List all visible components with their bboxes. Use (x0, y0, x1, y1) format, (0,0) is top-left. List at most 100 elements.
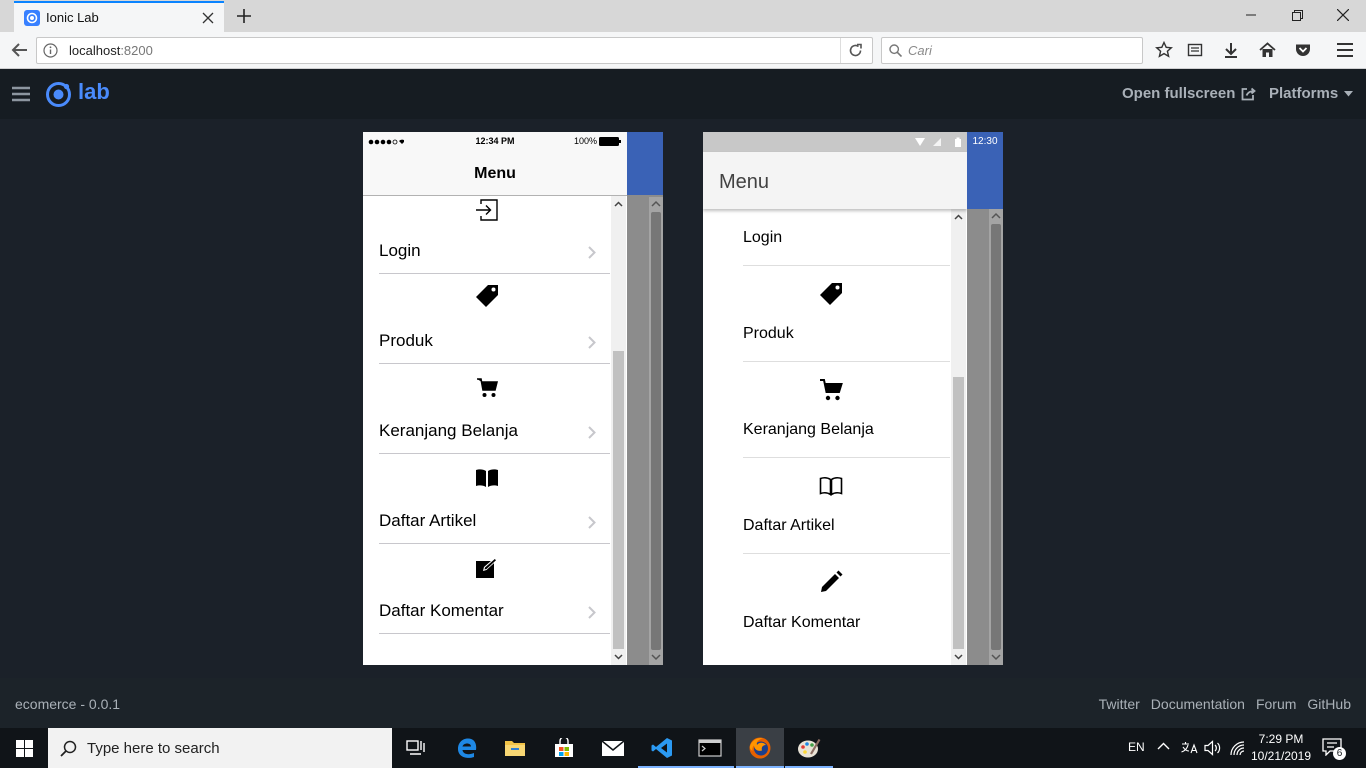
taskbar-search-box[interactable]: Type here to search (48, 728, 392, 768)
chevron-right-icon (588, 336, 596, 349)
reading-list-icon[interactable] (1183, 38, 1207, 62)
cart-icon (379, 374, 594, 402)
system-clock[interactable]: 7:29 PM 10/21/2019 (1248, 731, 1314, 765)
github-link[interactable]: GitHub (1307, 696, 1351, 712)
platforms-dropdown[interactable]: Platforms (1269, 85, 1354, 102)
menu-scrollbar[interactable] (611, 196, 626, 665)
menu-item-label: Login (379, 241, 421, 260)
scroll-up-icon[interactable] (991, 212, 1001, 220)
external-link-icon (1241, 87, 1257, 100)
hamburger-menu-icon[interactable] (1333, 38, 1357, 62)
book-icon (379, 464, 594, 492)
menu-item-keranjang-belanja[interactable]: Keranjang Belanja (379, 364, 610, 454)
vscode-icon[interactable] (638, 728, 686, 768)
pricetag-icon (743, 280, 918, 308)
info-icon[interactable] (43, 43, 58, 58)
log-in-icon (379, 196, 594, 224)
file-explorer-icon[interactable] (491, 728, 539, 768)
search-icon (889, 44, 902, 57)
ionic-favicon-icon (24, 9, 40, 26)
search-bar[interactable]: Cari (881, 37, 1143, 64)
firefox-icon[interactable] (736, 728, 784, 768)
wifi-icon[interactable] (1229, 740, 1245, 756)
pencil-icon (743, 568, 918, 596)
lab-header: lab Open fullscreen Platforms (0, 69, 1366, 119)
scroll-down-icon[interactable] (611, 651, 626, 663)
scroll-up-icon[interactable] (951, 211, 966, 223)
scroll-up-icon[interactable] (651, 200, 661, 208)
menu-item-produk[interactable]: Produk (743, 266, 950, 362)
back-arrow-icon[interactable] (8, 38, 32, 62)
menu-item-label: Keranjang Belanja (743, 421, 874, 438)
menu-item-label: Keranjang Belanja (379, 421, 518, 440)
browser-navbar: localhost:8200 Cari (0, 32, 1366, 69)
notification-center-icon[interactable]: 6 (1322, 738, 1346, 760)
pricetag-icon (379, 282, 594, 310)
open-fullscreen-link[interactable]: Open fullscreen (1122, 85, 1257, 102)
menu-item-label: Login (743, 229, 783, 246)
menu-icon[interactable] (12, 86, 30, 102)
browser-tab[interactable]: Ionic Lab (14, 1, 224, 32)
ionic-logo-icon (45, 81, 72, 108)
home-icon[interactable] (1255, 38, 1279, 62)
pocket-icon[interactable] (1291, 38, 1315, 62)
address-bar[interactable]: localhost:8200 (36, 37, 873, 64)
menu-item-daftar-komentar[interactable]: Daftar Komentar (743, 554, 950, 650)
minimize-icon[interactable] (1228, 0, 1274, 30)
side-menu: Menu Login Produk Keranjang Belanja Daft… (703, 132, 967, 665)
scroll-down-icon[interactable] (651, 653, 661, 661)
menu-item-produk[interactable]: Produk (379, 274, 610, 364)
scroll-down-icon[interactable] (991, 653, 1001, 661)
menu-item-login[interactable]: Login (379, 184, 610, 274)
chevron-right-icon (588, 516, 596, 529)
lab-footer: ecomerce - 0.0.1 Twitter Documentation F… (0, 678, 1366, 728)
download-icon[interactable] (1219, 38, 1243, 62)
cart-icon (743, 376, 918, 404)
menu-item-daftar-artikel[interactable]: Daftar Artikel (743, 458, 950, 554)
scroll-down-icon[interactable] (951, 651, 966, 663)
terminal-icon[interactable] (686, 728, 734, 768)
search-icon (60, 740, 77, 757)
chevron-up-icon[interactable] (1157, 742, 1170, 750)
browser-tab-strip: Ionic Lab (0, 0, 1366, 32)
battery-icon (599, 136, 621, 146)
input-method-icon[interactable] (1180, 740, 1198, 756)
task-view-icon[interactable] (392, 728, 440, 768)
documentation-link[interactable]: Documentation (1151, 696, 1245, 712)
menu-item-daftar-komentar[interactable]: Daftar Komentar (379, 544, 610, 634)
paint-icon[interactable] (785, 728, 833, 768)
menu-scrollbar[interactable] (951, 209, 966, 665)
notification-count-badge: 6 (1333, 747, 1346, 760)
edge-browser-icon[interactable] (443, 728, 491, 768)
mail-icon[interactable] (589, 728, 637, 768)
chevron-right-icon (588, 426, 596, 439)
bookmark-star-icon[interactable] (1152, 38, 1176, 62)
url-text: localhost:8200 (69, 43, 153, 58)
scroll-thumb[interactable] (953, 377, 964, 649)
menu-item-label: Produk (379, 331, 433, 350)
status-time: 12:30 (967, 132, 1003, 152)
clock-date: 10/21/2019 (1250, 749, 1312, 763)
close-window-icon[interactable] (1320, 0, 1366, 30)
scroll-thumb[interactable] (613, 351, 624, 649)
store-icon[interactable] (540, 728, 588, 768)
language-indicator[interactable]: EN (1128, 740, 1145, 754)
lab-logo-text: lab (78, 79, 110, 104)
volume-icon[interactable] (1204, 740, 1222, 756)
search-placeholder: Cari (908, 43, 932, 58)
ios-status-bar: 12:34 PM 100% (363, 132, 627, 152)
forum-link[interactable]: Forum (1256, 696, 1296, 712)
menu-item-daftar-artikel[interactable]: Daftar Artikel (379, 454, 610, 544)
chevron-right-icon (588, 246, 596, 259)
menu-item-label: Daftar Artikel (379, 511, 477, 530)
menu-item-keranjang-belanja[interactable]: Keranjang Belanja (743, 362, 950, 458)
restore-icon[interactable] (1274, 0, 1320, 30)
twitter-link[interactable]: Twitter (1099, 696, 1140, 712)
new-tab-button[interactable] (232, 4, 256, 28)
reload-icon[interactable] (848, 43, 863, 58)
scroll-up-icon[interactable] (611, 198, 626, 210)
menu-title: Menu (474, 165, 516, 182)
windows-start-icon[interactable] (0, 728, 48, 768)
battery: 100% (574, 136, 621, 146)
close-tab-icon[interactable] (196, 6, 220, 30)
